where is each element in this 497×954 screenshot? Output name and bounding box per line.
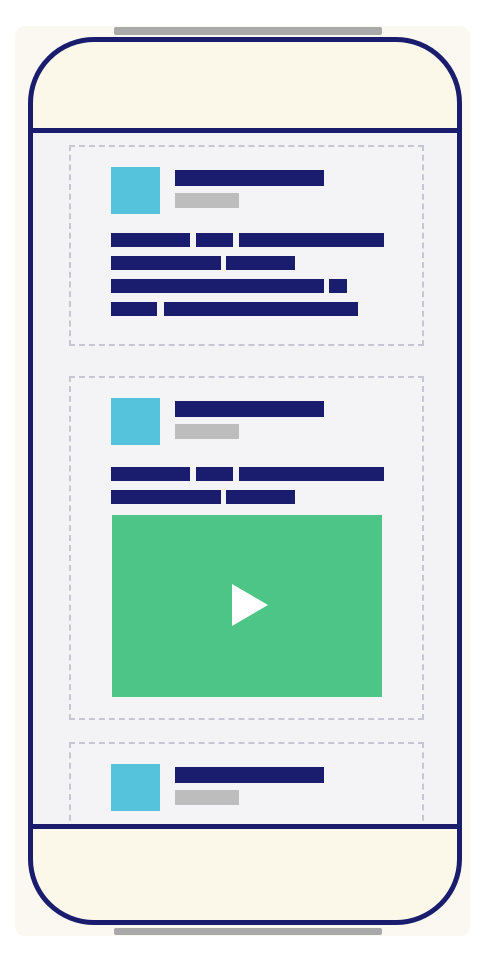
author-name-placeholder xyxy=(175,401,324,417)
text-line-placeholder xyxy=(111,233,190,247)
illustration-canvas xyxy=(0,0,497,954)
bottom-cable-bar xyxy=(114,928,382,935)
play-icon xyxy=(232,584,268,626)
feed-card-text xyxy=(69,145,424,346)
text-line-placeholder xyxy=(239,467,384,481)
phone-screen xyxy=(33,128,457,829)
text-line-placeholder xyxy=(329,279,347,293)
text-line-placeholder xyxy=(196,467,233,481)
feed-card-video xyxy=(69,376,424,720)
post-meta-placeholder xyxy=(175,424,239,439)
author-name-placeholder xyxy=(175,767,324,783)
text-line-placeholder xyxy=(164,302,358,316)
text-line-placeholder xyxy=(111,302,157,316)
text-line-placeholder xyxy=(226,256,295,270)
top-cable-bar xyxy=(114,27,382,35)
author-name-placeholder xyxy=(175,170,324,186)
post-meta-placeholder xyxy=(175,790,239,805)
avatar-placeholder xyxy=(111,167,160,214)
post-meta-placeholder xyxy=(175,193,239,208)
avatar-placeholder xyxy=(111,764,160,811)
avatar-placeholder xyxy=(111,398,160,445)
text-line-placeholder xyxy=(226,490,295,504)
text-line-placeholder xyxy=(111,256,221,270)
video-thumbnail xyxy=(112,515,382,697)
text-line-placeholder xyxy=(111,490,221,504)
text-line-placeholder xyxy=(111,467,190,481)
phone-frame xyxy=(28,37,462,925)
text-line-placeholder xyxy=(196,233,233,247)
feed-card-partial xyxy=(69,742,424,824)
text-line-placeholder xyxy=(239,233,384,247)
text-line-placeholder xyxy=(111,279,324,293)
